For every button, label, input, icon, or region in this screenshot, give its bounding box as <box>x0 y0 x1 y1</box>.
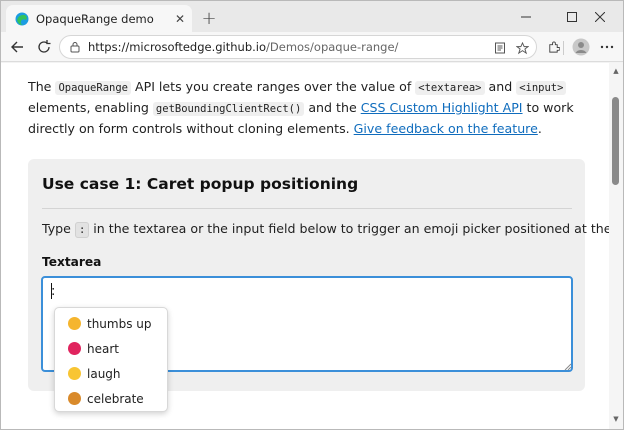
desc-text: in the textarea or the input field below… <box>89 221 609 236</box>
address-bar[interactable]: https://microsoftedge.github.io/Demos/op… <box>59 35 537 59</box>
emoji-option-label: heart <box>87 341 119 356</box>
textarea-label: Textarea <box>42 255 102 269</box>
scrollbar-thumb[interactable] <box>612 97 619 185</box>
desc-text: Type <box>42 221 75 236</box>
scroll-down-arrow-icon[interactable]: ▼ <box>612 415 620 423</box>
edge-icon <box>15 12 29 26</box>
site-info-icon[interactable] <box>66 38 84 56</box>
emoji-option-laugh[interactable]: laugh <box>55 361 167 386</box>
close-tab-icon[interactable]: ✕ <box>168 8 192 30</box>
emoji-option-heart[interactable]: heart <box>55 336 167 361</box>
profile-avatar-icon[interactable] <box>569 35 593 59</box>
code-input: <input> <box>516 81 567 95</box>
vertical-scrollbar[interactable]: ▲ ▼ <box>609 63 623 429</box>
emoji-option-celebrate[interactable]: celebrate <box>55 386 167 411</box>
emoji-picker-popup: thumbs up heart laugh celebrate <box>54 307 168 412</box>
emoji-option-label: celebrate <box>87 391 144 406</box>
code-opaquerange: OpaqueRange <box>55 81 131 95</box>
divider <box>42 208 572 209</box>
minimize-button[interactable] <box>503 1 549 32</box>
tab-strip: OpaqueRange demo ✕ + <box>1 1 623 32</box>
intro-paragraph: The OpaqueRange API lets you create rang… <box>28 77 588 139</box>
css-custom-highlight-api-link[interactable]: CSS Custom Highlight API <box>361 100 523 115</box>
toolbar-separator <box>563 41 564 55</box>
new-tab-button[interactable]: + <box>197 7 221 29</box>
url-host: https://microsoftedge.github.io <box>88 40 267 54</box>
refresh-button[interactable] <box>32 35 56 59</box>
thumbs-up-emoji-icon <box>68 317 81 330</box>
tab-opaquerange-demo[interactable]: OpaqueRange demo ✕ <box>6 5 192 32</box>
back-button[interactable] <box>5 35 29 59</box>
browser-window: OpaqueRange demo ✕ + https://microsofted… <box>0 0 624 430</box>
extensions-icon[interactable] <box>541 35 565 59</box>
emoji-option-thumbs-up[interactable]: thumbs up <box>55 311 167 336</box>
favorite-star-icon[interactable] <box>512 38 532 58</box>
scroll-up-arrow-icon[interactable]: ▲ <box>612 67 620 75</box>
reader-view-icon[interactable] <box>490 38 510 58</box>
code-textarea: <textarea> <box>415 81 485 95</box>
intro-text: . <box>537 121 542 136</box>
intro-text: and <box>484 79 517 94</box>
resize-grip-icon[interactable] <box>564 363 572 371</box>
intro-text: API lets you create ranges over the valu… <box>130 79 416 94</box>
party-popper-emoji-icon <box>68 392 81 405</box>
close-window-button[interactable] <box>577 1 623 32</box>
url-path: /Demos/opaque-range/ <box>266 40 399 54</box>
emoji-option-label: thumbs up <box>87 316 152 331</box>
colon-key: : <box>74 222 90 238</box>
use-case-description: Type : in the textarea or the input fiel… <box>42 221 609 238</box>
code-getboundingclientrect: getBoundingClientRect() <box>152 102 305 116</box>
more-menu-icon[interactable] <box>595 35 619 59</box>
heart-emoji-icon <box>68 342 81 355</box>
text-caret <box>51 283 52 299</box>
emoji-option-label: laugh <box>87 366 121 381</box>
give-feedback-link[interactable]: Give feedback on the feature <box>354 121 538 136</box>
intro-text: The <box>28 79 56 94</box>
intro-text: elements, enabling <box>28 100 153 115</box>
tab-title: OpaqueRange demo <box>36 11 154 26</box>
use-case-title: Use case 1: Caret popup positioning <box>42 175 359 193</box>
intro-text: and the <box>304 100 361 115</box>
browser-toolbar: https://microsoftedge.github.io/Demos/op… <box>1 32 623 62</box>
laugh-emoji-icon <box>68 367 81 380</box>
url-text: https://microsoftedge.github.io/Demos/op… <box>88 40 398 54</box>
